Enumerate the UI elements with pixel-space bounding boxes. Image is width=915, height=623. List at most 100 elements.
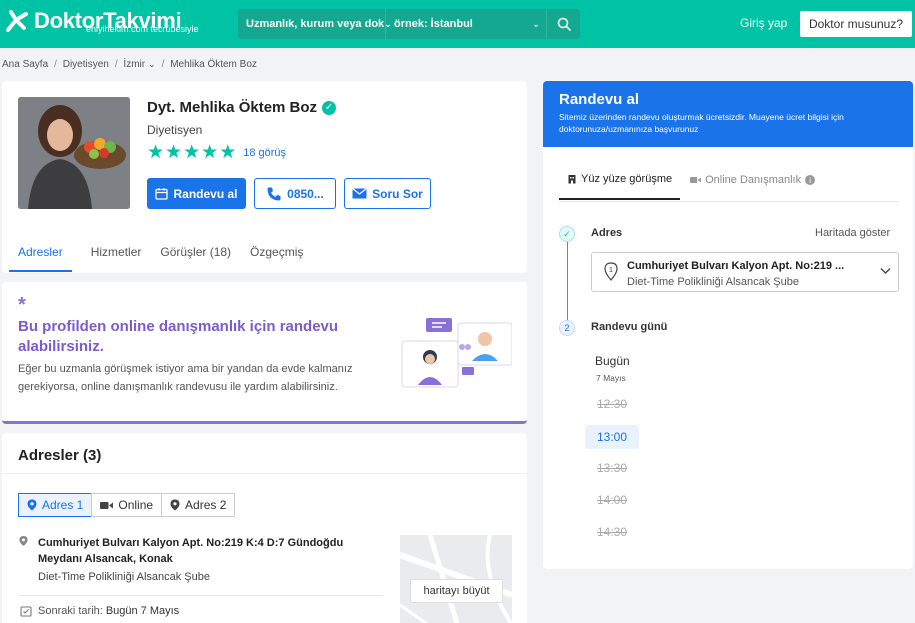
next-available-date: Sonraki tarih: Bugün 7 Mayıs [20,605,179,617]
review-count-link[interactable]: 18 görüş [243,147,286,159]
tab-online[interactable]: Online [91,493,163,517]
tab-services[interactable]: Hizmetler [91,245,142,272]
address-select[interactable]: 1 Cumhuriyet Bulvarı Kalyon Apt. No:219 … [591,252,899,292]
doctor-name: Dyt. Mehlika Öktem Boz ✓ [147,99,337,116]
rating-stars[interactable]: ★ ★ ★ ★ ★ 18 görüş [147,143,286,162]
chevron-down-icon[interactable]: ⌄ [148,59,156,69]
sparkle-icon: * [18,294,26,316]
day-label: Bugün [595,354,630,368]
date-label: 7 Mayıs [596,373,626,383]
tab-online-consultation-label: Online Danışmanlık [705,174,802,186]
show-on-map-link[interactable]: Haritada göster [815,227,890,239]
star-icon: ★ [219,142,237,163]
tab-resume[interactable]: Özgeçmiş [250,245,303,272]
breadcrumb-separator: / [114,59,118,70]
map-thumbnail[interactable]: haritayı büyüt [400,535,512,623]
login-link[interactable]: Giriş yap [740,16,787,30]
building-icon [568,175,576,184]
verified-check-icon: ✓ [322,100,337,115]
tab-online-label: Online [118,498,154,512]
address-line: Cumhuriyet Bulvarı Kalyon Apt. No:219 K:… [38,537,344,565]
appointment-title: Randevu al [559,91,640,108]
step-2-label: Randevu günü [591,321,668,333]
location-pin-icon [27,499,37,511]
address-tabs: Adres 1 Online Adres 2 [18,493,236,517]
profile-card: Dyt. Mehlika Öktem Boz ✓ Diyetisyen ★ ★ … [2,81,527,273]
phone-icon [266,186,282,202]
search-icon [557,17,571,31]
tab-reviews[interactable]: Görüşler (18) [160,245,231,272]
divider [2,473,527,474]
step-connector [567,239,568,323]
breadcrumb: Ana Sayfa / Diyetisyen / İzmir ⌄ / Mehlika Ö… [2,59,260,70]
doctor-specialty: Diyetisyen [147,123,203,137]
star-icon: ★ [201,142,219,163]
svg-text:1: 1 [609,267,613,274]
star-icon: ★ [147,142,165,163]
phone-label: 0850... [287,186,324,201]
chevron-down-icon: ⌄ [532,18,540,29]
tab-address-2-label: Adres 2 [185,498,227,512]
next-date-label: Sonraki tarih: [38,605,103,617]
tab-online-consultation[interactable]: Online Danışmanlık i [684,173,821,200]
location-search-input[interactable]: örnek: İstanbul ⌄ [386,9,546,39]
tab-address-1[interactable]: Adres 1 [18,493,93,517]
appointment-description: Sitemiz üzerinden randevu oluşturmak ücr… [559,112,844,134]
mail-icon [352,188,368,199]
selected-clinic: Diet-Time Polikliniği Alsancak Şube [627,276,799,288]
time-slot: 14:30 [596,525,628,539]
ask-question-label: Soru Sor [372,186,423,201]
star-icon: ★ [183,142,201,163]
logo-icon [6,10,28,32]
selected-address: Cumhuriyet Bulvarı Kalyon Apt. No:219 ..… [627,260,845,272]
tab-address-2[interactable]: Adres 2 [161,493,236,517]
top-header: DoktorTakvimi eniyihekim.com tecrübesiyl… [0,0,915,48]
ask-question-button[interactable]: Soru Sor [344,178,431,209]
doctor-button[interactable]: Doktor musunuz? [800,11,912,37]
search-bar: Uzmanlık, kurum veya dok ⌄ örnek: İstanb… [238,9,580,39]
video-camera-icon [690,177,702,183]
search-button[interactable] [546,9,580,39]
tab-in-person-label: Yüz yüze görüşme [581,173,673,185]
breadcrumb-separator: / [54,59,57,70]
tab-addresses[interactable]: Adresler [9,245,72,272]
time-slot: 13:30 [596,461,628,475]
location-search-placeholder: örnek: İstanbul [394,18,473,30]
profile-tabs: Adresler Hizmetler Görüşler (18) Özgeçmi… [9,245,322,272]
step-1-label: Adres [591,227,623,239]
breadcrumb-home[interactable]: Ana Sayfa [2,59,48,70]
appointment-header: Randevu al Sitemiz üzerinden randevu olu… [543,81,913,147]
breadcrumb-separator: / [161,59,165,70]
chevron-down-icon [880,268,891,274]
breadcrumb-city[interactable]: İzmir [123,59,145,70]
appointment-panel: Randevu al Sitemiz üzerinden randevu olu… [543,81,913,569]
doctor-portrait-image [18,97,130,209]
step-2-badge: 2 [559,320,575,336]
specialty-search-input[interactable]: Uzmanlık, kurum veya dok ⌄ [238,9,392,39]
book-appointment-button[interactable]: Randevu al [147,178,246,209]
info-icon[interactable]: i [805,175,816,185]
time-slot: 12:30 [596,397,628,411]
appointment-type-tabs: Yüz yüze görüşme Online Danışmanlık i [559,173,825,200]
breadcrumb-current: Mehlika Öktem Boz [170,59,257,70]
book-appointment-label: Randevu al [173,186,238,201]
enlarge-map-button[interactable]: haritayı büyüt [410,579,503,603]
step-1-check-icon: ✓ [559,226,575,242]
specialty-search-placeholder: Uzmanlık, kurum veya dok [246,18,385,30]
calendar-icon [155,187,169,200]
breadcrumb-specialty[interactable]: Diyetisyen [63,59,109,70]
video-camera-icon [100,501,114,509]
location-pin-icon [19,536,28,546]
online-consultation-promo: * Bu profilden online danışmanlık için r… [2,282,527,424]
clinic-name: Diet-Time Polikliniği Alsancak Şube [38,571,210,583]
addresses-card: Adresler (3) Adres 1 Online Adres 2 Cumh… [2,433,527,623]
time-slot[interactable]: 13:00 [585,425,639,449]
location-pin-1-icon: 1 [604,262,618,281]
promo-text: Eğer bu uzmanla görüşmek istiyor ama bir… [18,363,353,393]
divider [559,201,899,202]
promo-title: Bu profilden online danışmanlık için ran… [18,318,339,355]
phone-button[interactable]: 0850... [254,178,336,209]
addresses-title: Adresler (3) [18,447,102,464]
tab-in-person[interactable]: Yüz yüze görüşme [559,173,681,200]
doctor-name-text: Dyt. Mehlika Öktem Boz [147,99,318,116]
